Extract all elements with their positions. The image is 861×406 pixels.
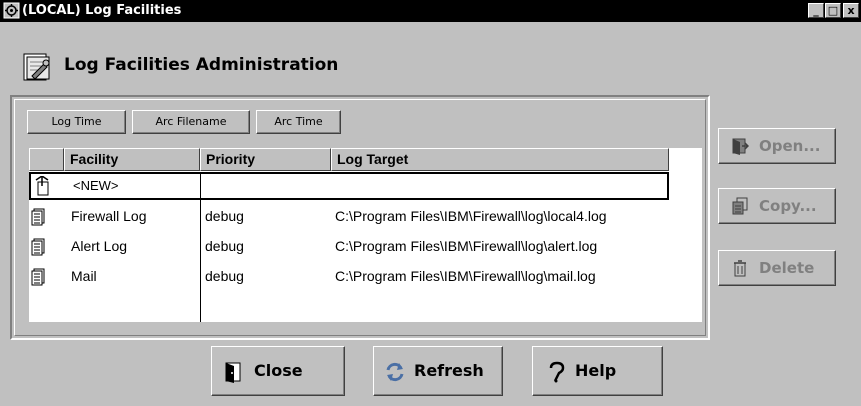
open-label: Open... xyxy=(759,137,821,155)
column-header-log-target[interactable]: Log Target xyxy=(331,148,669,171)
arc-time-button[interactable]: Arc Time xyxy=(256,110,341,134)
app-icon xyxy=(3,2,20,19)
log-target-cell: C:\Program Files\IBM\Firewall\log\local4… xyxy=(335,208,607,224)
delete-label: Delete xyxy=(759,259,815,277)
trash-icon xyxy=(734,260,746,277)
facility-cell: Firewall Log xyxy=(71,208,147,224)
row-icon-column-header xyxy=(29,148,64,171)
window-title-bar[interactable]: (LOCAL) Log Facilities _ □ x xyxy=(0,0,861,22)
open-door-icon xyxy=(732,138,749,155)
table-row[interactable]: Mail debug C:\Program Files\IBM\Firewall… xyxy=(29,264,669,290)
new-document-icon xyxy=(35,176,49,196)
table-row[interactable]: Alert Log debug C:\Program Files\IBM\Fir… xyxy=(29,234,669,260)
refresh-button[interactable]: Refresh xyxy=(373,346,503,396)
close-window-button[interactable]: x xyxy=(843,3,859,18)
facility-cell: Mail xyxy=(71,268,97,284)
delete-button[interactable]: Delete xyxy=(718,250,836,286)
admin-gear-icon xyxy=(23,53,50,81)
log-time-button[interactable]: Log Time xyxy=(27,110,126,134)
priority-cell: debug xyxy=(205,268,244,284)
refresh-label: Refresh xyxy=(414,361,484,380)
page-title: Log Facilities Administration xyxy=(64,55,339,75)
maximize-icon: □ xyxy=(827,4,839,17)
priority-cell: debug xyxy=(205,208,244,224)
log-target-cell: C:\Program Files\IBM\Firewall\log\mail.l… xyxy=(335,268,596,284)
help-button[interactable]: Help xyxy=(532,346,663,396)
log-document-icon xyxy=(31,208,45,226)
minimize-button[interactable]: _ xyxy=(808,3,824,18)
facilities-table[interactable]: Facility Priority Log Target <NEW> Firew… xyxy=(29,148,702,322)
log-document-icon xyxy=(31,238,45,256)
copy-label: Copy... xyxy=(759,197,817,215)
window-title: (LOCAL) Log Facilities xyxy=(22,3,182,18)
arc-filename-button[interactable]: Arc Filename xyxy=(132,110,250,134)
close-label: Close xyxy=(254,361,303,380)
minimize-icon: _ xyxy=(813,4,819,17)
close-door-icon xyxy=(225,362,241,383)
refresh-icon xyxy=(386,362,404,382)
new-entry-row[interactable]: <NEW> xyxy=(29,172,669,200)
help-label: Help xyxy=(575,361,617,380)
open-button[interactable]: Open... xyxy=(718,128,836,164)
log-document-icon xyxy=(31,268,45,286)
priority-cell: debug xyxy=(205,238,244,254)
facility-cell: Alert Log xyxy=(71,238,128,254)
table-row[interactable]: Firewall Log debug C:\Program Files\IBM\… xyxy=(29,204,669,230)
copy-button[interactable]: Copy... xyxy=(718,188,836,224)
column-header-priority[interactable]: Priority xyxy=(200,148,331,171)
copy-icon xyxy=(732,197,748,215)
help-question-icon xyxy=(549,361,565,383)
log-target-cell: C:\Program Files\IBM\Firewall\log\alert.… xyxy=(335,238,598,254)
maximize-button[interactable]: □ xyxy=(825,3,841,18)
close-icon: x xyxy=(847,4,855,17)
column-header-facility[interactable]: Facility xyxy=(64,148,200,171)
new-row-label: <NEW> xyxy=(73,178,119,193)
close-button[interactable]: Close xyxy=(211,346,345,396)
